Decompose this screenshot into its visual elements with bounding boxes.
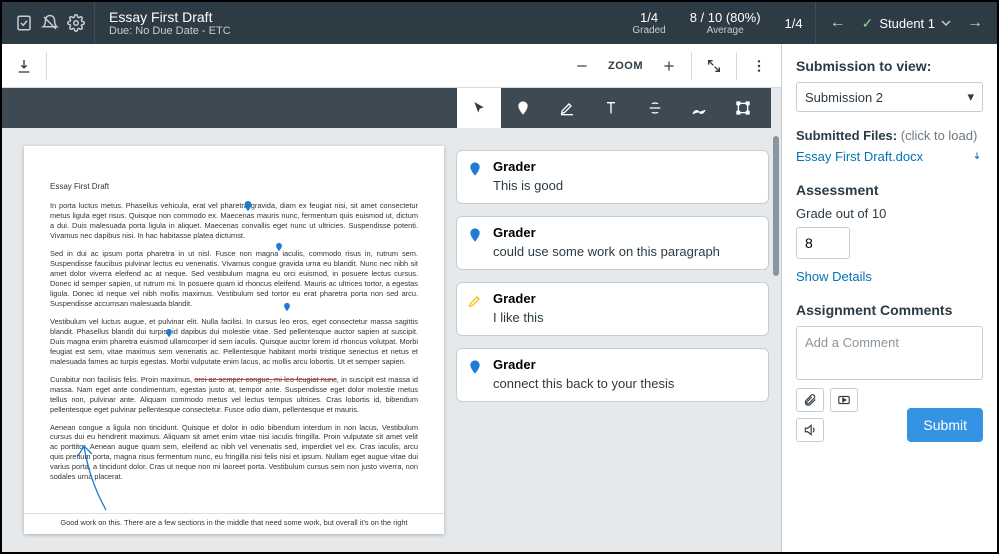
submit-label: Submit	[923, 417, 967, 433]
tool-highlight[interactable]	[545, 88, 589, 128]
more-icon[interactable]	[747, 54, 771, 78]
submission-heading: Submission to view:	[796, 58, 983, 74]
annotation-pin-icon[interactable]	[274, 242, 284, 252]
zoom-in-button[interactable]	[657, 54, 681, 78]
mute-icon[interactable]	[38, 11, 62, 35]
assignment-title: Essay First Draft	[109, 9, 331, 25]
files-hint: (click to load)	[901, 128, 978, 143]
annotation-comments: Grader This is good Grader could use som…	[456, 146, 773, 534]
annotation-comment[interactable]: Grader This is good	[456, 150, 769, 204]
submit-button[interactable]: Submit	[907, 408, 983, 442]
tool-draw[interactable]	[677, 88, 721, 128]
comment-author: Grader	[493, 291, 544, 306]
comment-text: This is good	[493, 178, 563, 193]
student-next-button[interactable]: →	[963, 10, 987, 36]
comment-textarea[interactable]: Add a Comment	[796, 326, 983, 380]
stat-graded-value: 1/4	[640, 10, 658, 25]
comment-author: Grader	[493, 159, 563, 174]
comment-text: connect this back to your thesis	[493, 376, 674, 391]
annotation-comment[interactable]: Grader connect this back to your thesis	[456, 348, 769, 402]
comment-text: could use some work on this paragraph	[493, 244, 720, 259]
doc-paragraph: Sed in dui ac ipsum porta pharetra in ut…	[50, 249, 418, 309]
attach-file-button[interactable]	[796, 388, 824, 412]
check-icon: ✓	[862, 15, 874, 32]
grade-input[interactable]	[796, 227, 850, 259]
speech-comment-button[interactable]	[796, 418, 824, 442]
tool-area[interactable]	[721, 88, 765, 128]
top-bar: Essay First Draft Due: No Due Date - ETC…	[2, 2, 997, 44]
stat-graded-label: Graded	[632, 25, 665, 36]
tool-text[interactable]	[589, 88, 633, 128]
annotation-comment[interactable]: Grader I like this	[456, 282, 769, 336]
comment-author: Grader	[493, 225, 720, 240]
highlight-icon	[467, 293, 483, 309]
stat-average-label: Average	[707, 25, 744, 36]
annotation-pin-icon[interactable]	[242, 200, 254, 212]
submitted-file-link[interactable]: Essay First Draft.docx	[796, 149, 923, 164]
grading-sidebar: Submission to view: Submission 2 ▾ Submi…	[782, 44, 997, 552]
comments-heading: Assignment Comments	[796, 302, 983, 318]
submission-select[interactable]: Submission 2 ▾	[796, 82, 983, 112]
tool-cursor[interactable]	[457, 88, 501, 128]
student-name: Student 1	[879, 16, 935, 31]
media-comment-button[interactable]	[830, 388, 858, 412]
freehand-arrow-icon	[76, 442, 116, 512]
submission-selected: Submission 2	[805, 90, 883, 105]
grade-label: Grade out of 10	[796, 206, 983, 221]
doc-paragraph: Curabitur non facilisis felis. Proin max…	[50, 375, 418, 415]
chevron-down-icon	[941, 18, 951, 28]
assessment-heading: Assessment	[796, 182, 983, 198]
comment-author: Grader	[493, 357, 674, 372]
stat-count-value: 1/4	[785, 16, 803, 31]
annotation-pin-icon[interactable]	[164, 328, 174, 338]
document-page[interactable]: Essay First Draft In porta luctus metus.…	[24, 146, 444, 534]
zoom-label: ZOOM	[604, 60, 647, 72]
tool-strikethrough[interactable]	[633, 88, 677, 128]
tool-point[interactable]	[501, 88, 545, 128]
files-label: Submitted Files:	[796, 128, 897, 143]
pin-icon	[467, 359, 483, 375]
zoom-out-button[interactable]	[570, 54, 594, 78]
document-viewer: ZOOM	[2, 44, 782, 552]
stat-average-value: 8 / 10 (80%)	[690, 10, 761, 25]
download-icon[interactable]	[12, 54, 36, 78]
annotation-comment[interactable]: Grader could use some work on this parag…	[456, 216, 769, 270]
gear-icon[interactable]	[64, 11, 88, 35]
pin-icon	[467, 227, 483, 243]
annotation-pin-icon[interactable]	[282, 302, 292, 312]
comment-text: I like this	[493, 310, 544, 325]
doc-paragraph: Vestibulum vel luctus augue, et pulvinar…	[50, 317, 418, 367]
pin-icon	[467, 161, 483, 177]
doc-footer-note: Good work on this. There are a few secti…	[24, 513, 444, 528]
download-file-icon[interactable]	[971, 151, 983, 163]
document-title: Essay First Draft	[50, 182, 418, 193]
doc-paragraph: In porta luctus metus. Phasellus vehicul…	[50, 201, 418, 241]
chevron-down-icon: ▾	[967, 89, 974, 105]
student-prev-button[interactable]: ←	[826, 10, 850, 36]
viewer-scrollbar[interactable]	[771, 88, 781, 552]
gradebook-icon[interactable]	[12, 11, 36, 35]
student-selector[interactable]: ✓ Student 1	[862, 15, 951, 32]
fullscreen-icon[interactable]	[702, 54, 726, 78]
show-details-link[interactable]: Show Details	[796, 269, 872, 284]
assignment-due: Due: No Due Date - ETC	[109, 25, 331, 37]
